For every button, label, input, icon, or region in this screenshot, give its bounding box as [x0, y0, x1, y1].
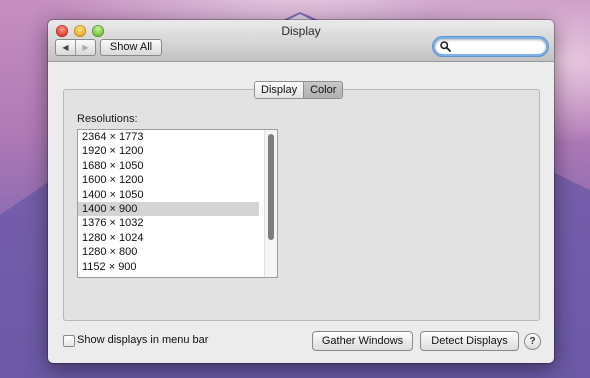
- search-icon: [440, 41, 451, 52]
- window-title: Display: [281, 24, 321, 38]
- list-item[interactable]: 1680 × 1050: [78, 159, 259, 173]
- forward-button[interactable]: ▶: [75, 40, 95, 55]
- tab-bar: Display Color: [254, 81, 344, 99]
- back-forward-control: ◀ ▶: [55, 39, 96, 56]
- display-preferences-window: Display ◀ ▶ Show All Display Color Resol…: [48, 20, 554, 363]
- tab-display[interactable]: Display: [255, 82, 304, 98]
- list-item[interactable]: 1280 × 1024: [78, 231, 259, 245]
- list-item[interactable]: 1400 × 1050: [78, 188, 259, 202]
- back-button[interactable]: ◀: [56, 40, 75, 55]
- list-item[interactable]: 1376 × 1032: [78, 216, 259, 230]
- show-displays-checkbox[interactable]: [63, 335, 75, 347]
- detect-displays-button[interactable]: Detect Displays: [420, 331, 519, 351]
- list-item[interactable]: 1152 × 900: [78, 260, 259, 274]
- title-bar: Display ◀ ▶ Show All: [48, 20, 554, 62]
- list-item[interactable]: 1280 × 800: [78, 245, 259, 259]
- search-field[interactable]: [435, 39, 546, 54]
- help-icon[interactable]: ?: [524, 333, 541, 350]
- resolutions-label: Resolutions:: [77, 113, 138, 125]
- gather-windows-button[interactable]: Gather Windows: [312, 331, 413, 351]
- list-item[interactable]: 1600 × 1200: [78, 173, 259, 187]
- resolutions-list[interactable]: 2364 × 1773 1920 × 1200 1680 × 1050 1600…: [77, 129, 278, 278]
- scrollbar-thumb[interactable]: [268, 134, 274, 240]
- show-all-button[interactable]: Show All: [100, 39, 162, 56]
- list-item[interactable]: 1920 × 1200: [78, 144, 259, 158]
- tab-color[interactable]: Color: [303, 82, 343, 98]
- list-item-selected[interactable]: 1400 × 900: [78, 201, 259, 217]
- list-scrollbar[interactable]: [264, 130, 277, 277]
- show-displays-label[interactable]: Show displays in menu bar: [77, 334, 208, 346]
- list-item[interactable]: 2364 × 1773: [78, 130, 259, 144]
